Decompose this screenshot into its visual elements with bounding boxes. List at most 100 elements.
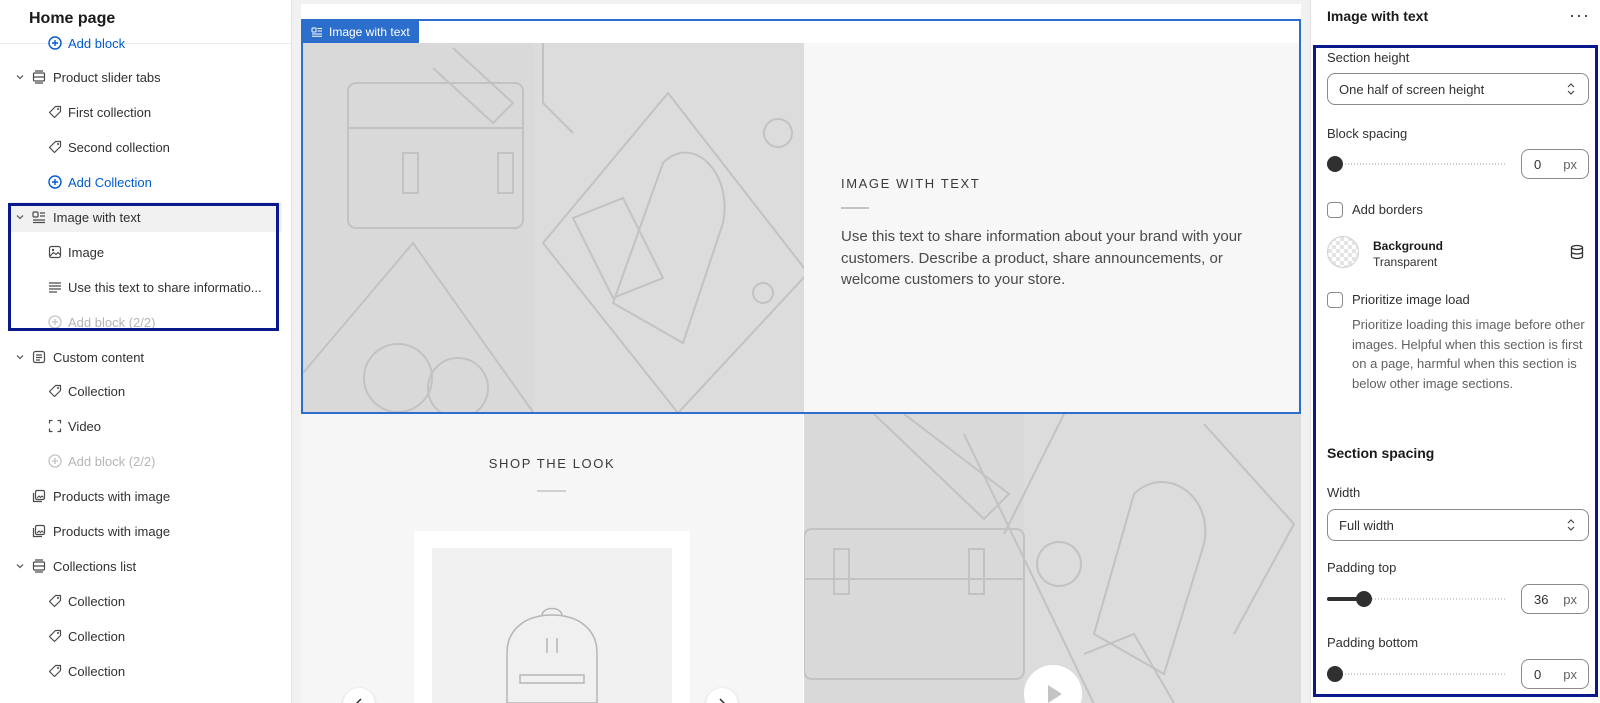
add-block-label: Add block: [68, 35, 126, 51]
slider-thumb[interactable]: [1356, 591, 1373, 607]
tag-icon: [48, 664, 62, 678]
prioritize-image-load-checkbox[interactable]: [1327, 292, 1343, 308]
tag-icon: [48, 140, 62, 154]
iwt-heading: IMAGE WITH TEXT: [841, 176, 981, 191]
block-spacing-slider[interactable]: [1327, 156, 1505, 172]
placeholder-image[interactable]: [303, 43, 804, 412]
section-products-with-image[interactable]: Products with image: [10, 516, 282, 546]
add-borders-checkbox[interactable]: [1327, 202, 1343, 218]
chevron-down-icon[interactable]: [14, 560, 26, 572]
block-second-collection[interactable]: Second collection: [10, 132, 282, 162]
add-collection-label: Add Collection: [68, 174, 152, 190]
section-custom-content[interactable]: Custom content: [10, 342, 282, 372]
database-icon[interactable]: [1570, 244, 1584, 260]
block-first-collection[interactable]: First collection: [10, 97, 282, 127]
products-image-icon: [32, 524, 46, 538]
section-products-with-image[interactable]: Products with image: [10, 481, 282, 511]
slider-thumb[interactable]: [1327, 666, 1343, 682]
add-collection-link[interactable]: Add Collection: [10, 167, 282, 197]
unit-label: px: [1563, 667, 1577, 682]
image-with-text-content[interactable]: IMAGE WITH TEXT Use this text to share i…: [804, 43, 1301, 412]
section-spacing-heading: Section spacing: [1327, 445, 1435, 461]
block-label: Collection: [68, 663, 126, 679]
block-label: Second collection: [68, 139, 170, 155]
shop-the-look-heading: SHOP THE LOOK: [488, 456, 616, 471]
heading-rule: [537, 490, 566, 492]
tag-icon: [48, 629, 62, 643]
width-value: Full width: [1339, 517, 1394, 533]
block-text[interactable]: Use this text to share informatio...: [10, 272, 282, 302]
section-label: Custom content: [53, 349, 145, 365]
products-image-icon: [32, 489, 46, 503]
section-height-select[interactable]: One half of screen height: [1327, 73, 1589, 105]
block-label: Collection: [68, 593, 126, 609]
block-label: Collection: [68, 383, 126, 399]
width-select[interactable]: Full width: [1327, 509, 1589, 541]
carousel-next-button[interactable]: [706, 688, 738, 703]
slider-track: [1327, 163, 1505, 165]
carousel-prev-button[interactable]: [343, 688, 375, 703]
slider-tabs-icon: [32, 70, 46, 84]
section-collections-list[interactable]: Collections list: [10, 551, 282, 581]
video-placeholder[interactable]: [804, 414, 1301, 703]
block-label: Collection: [68, 628, 126, 644]
section-label: Product slider tabs: [53, 69, 161, 85]
block-image[interactable]: Image: [10, 237, 282, 267]
selection-badge-label: Image with text: [329, 25, 410, 39]
chevron-left-icon: [355, 698, 362, 703]
plus-circle-icon: [48, 36, 62, 50]
block-spacing-label: Block spacing: [1327, 126, 1408, 141]
sections-sidebar: Home page Add block Product slider tabs …: [0, 0, 292, 703]
slider-tabs-icon: [32, 559, 46, 573]
section-height-value: One half of screen height: [1339, 81, 1485, 97]
block-collection[interactable]: Collection: [10, 656, 282, 686]
block-label: Video: [68, 418, 102, 434]
product-image: [432, 548, 672, 703]
section-label: Products with image: [53, 488, 171, 504]
page-title: Home page: [29, 10, 116, 27]
block-collection[interactable]: Collection: [10, 621, 282, 651]
slider-track: [1327, 673, 1505, 675]
plus-circle-icon: [48, 454, 62, 468]
padding-top-slider[interactable]: [1327, 591, 1505, 607]
background-swatch[interactable]: [1327, 236, 1359, 268]
add-block-disabled: Add block (2/2): [10, 446, 282, 476]
section-settings-panel: Image with text ··· Section height One h…: [1310, 0, 1600, 703]
plus-circle-icon: [48, 175, 62, 189]
add-block-link[interactable]: Add block: [10, 28, 282, 58]
chevron-down-icon[interactable]: [14, 71, 26, 83]
block-collection[interactable]: Collection: [10, 376, 282, 406]
text-lines-icon: [49, 282, 61, 293]
block-label: Image: [68, 244, 105, 260]
padding-top-input[interactable]: 36 px: [1521, 584, 1589, 614]
video-play-button[interactable]: [1024, 665, 1082, 703]
chevron-down-icon[interactable]: [14, 211, 26, 223]
block-spacing-value: 0: [1534, 157, 1542, 172]
padding-bottom-label: Padding bottom: [1327, 635, 1419, 650]
padding-bottom-input[interactable]: 0 px: [1521, 659, 1589, 689]
add-borders-label: Add borders: [1352, 202, 1423, 217]
image-with-text-icon: [32, 211, 45, 224]
section-label: Products with image: [53, 523, 171, 539]
section-product-slider-tabs[interactable]: Product slider tabs: [10, 62, 282, 92]
slider-thumb[interactable]: [1327, 156, 1343, 172]
section-image-with-text[interactable]: Image with text: [10, 202, 282, 232]
backpack-illustration-icon: [506, 607, 598, 703]
selection-badge[interactable]: Image with text: [303, 21, 419, 43]
prioritize-image-load-help: Prioritize loading this image before oth…: [1352, 317, 1585, 391]
select-caret-icon: [1567, 83, 1575, 95]
tag-icon: [48, 105, 62, 119]
block-video[interactable]: Video: [10, 411, 282, 441]
product-card[interactable]: [414, 531, 690, 703]
play-icon: [1048, 685, 1062, 703]
more-actions-button[interactable]: ···: [1569, 5, 1590, 26]
tag-icon: [48, 384, 62, 398]
chevron-down-icon[interactable]: [14, 351, 26, 363]
block-collection[interactable]: Collection: [10, 586, 282, 616]
image-with-text-icon: [311, 27, 322, 37]
width-label: Width: [1327, 485, 1361, 500]
padding-bottom-slider[interactable]: [1327, 666, 1505, 682]
padding-top-label: Padding top: [1327, 560, 1397, 575]
block-spacing-input[interactable]: 0 px: [1521, 149, 1589, 179]
custom-content-icon: [32, 350, 46, 364]
